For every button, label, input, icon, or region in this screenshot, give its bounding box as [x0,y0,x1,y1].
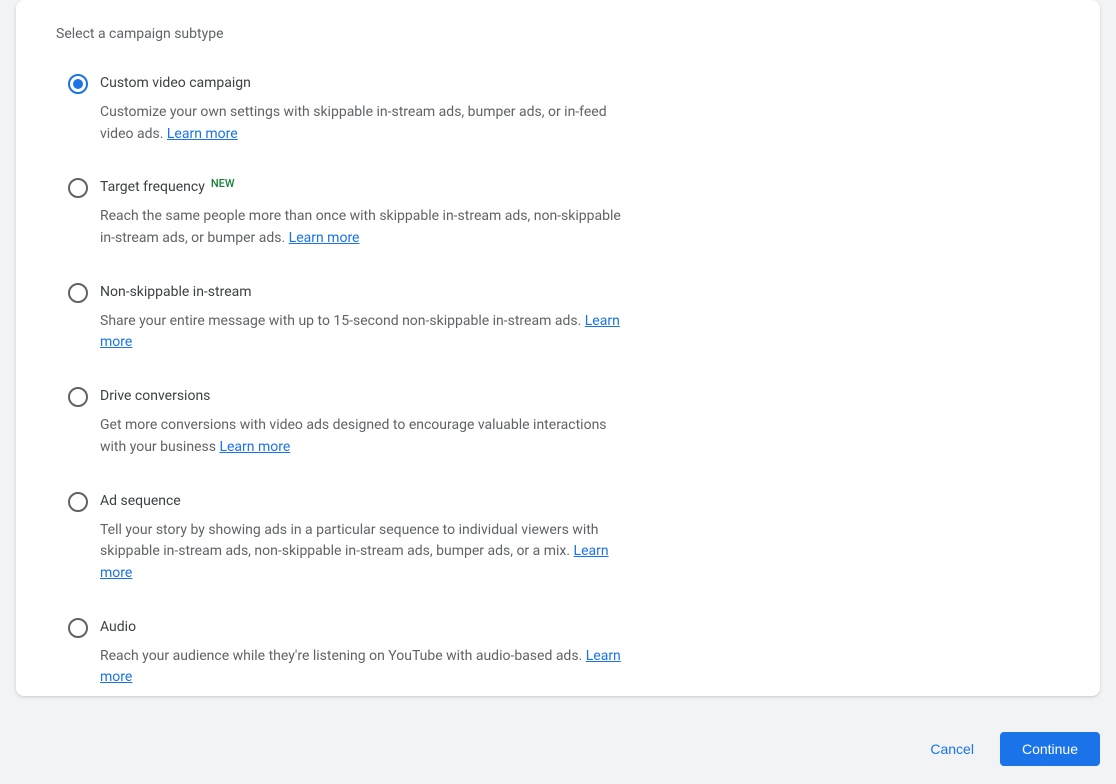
card-title: Select a campaign subtype [16,24,1100,45]
option-description-text: Get more conversions with video ads desi… [100,417,607,455]
option-title: Ad sequence [100,491,636,512]
option-title-text: Drive conversions [100,386,210,407]
learn-more-link[interactable]: Learn more [167,126,238,142]
options-list: Custom video campaign Customize your own … [16,73,636,689]
page-root: Select a campaign subtype Custom video c… [0,0,1116,784]
cancel-button[interactable]: Cancel [920,733,984,765]
radio-icon[interactable] [68,492,88,512]
radio-icon[interactable] [68,178,88,198]
option-audio[interactable]: Audio Reach your audience while they're l… [68,617,636,689]
option-body: Ad sequence Tell your story by showing ad… [100,491,636,585]
learn-more-link[interactable]: Learn more [219,439,290,455]
option-ad-sequence[interactable]: Ad sequence Tell your story by showing ad… [68,491,636,585]
option-body: Non-skippable in-stream Share your entire… [100,282,636,354]
new-badge: NEW [211,176,235,193]
option-title: Target frequency NEW [100,177,636,198]
option-description: Tell your story by showing ads in a part… [100,520,636,585]
radio-selected-icon[interactable] [68,74,88,94]
option-description: Customize your own settings with skippab… [100,102,636,145]
radio-icon[interactable] [68,387,88,407]
option-body: Drive conversions Get more conversions wi… [100,386,636,458]
option-description-text: Reach the same people more than once wit… [100,208,621,246]
option-body: Audio Reach your audience while they're l… [100,617,636,689]
option-description: Reach the same people more than once wit… [100,206,636,249]
option-title-text: Target frequency [100,177,205,198]
option-description: Share your entire message with up to 15-… [100,311,636,354]
option-body: Target frequency NEW Reach the same people… [100,177,636,249]
option-title: Non-skippable in-stream [100,282,636,303]
option-description-text: Tell your story by showing ads in a part… [100,522,599,560]
option-title-text: Ad sequence [100,491,181,512]
option-title-text: Non-skippable in-stream [100,282,252,303]
option-title-text: Audio [100,617,136,638]
radio-icon[interactable] [68,618,88,638]
option-title: Audio [100,617,636,638]
learn-more-link[interactable]: Learn more [289,230,360,246]
option-title: Custom video campaign [100,73,636,94]
option-non-skippable[interactable]: Non-skippable in-stream Share your entire… [68,282,636,354]
option-description: Get more conversions with video ads desi… [100,415,636,458]
option-description-text: Reach your audience while they're listen… [100,648,582,664]
continue-button[interactable]: Continue [1000,732,1100,766]
option-title-text: Custom video campaign [100,73,251,94]
option-target-frequency[interactable]: Target frequency NEW Reach the same people… [68,177,636,249]
campaign-subtype-card: Select a campaign subtype Custom video c… [16,0,1100,696]
radio-icon[interactable] [68,283,88,303]
option-body: Custom video campaign Customize your own … [100,73,636,145]
option-drive-conversions[interactable]: Drive conversions Get more conversions wi… [68,386,636,458]
option-title: Drive conversions [100,386,636,407]
option-description-text: Share your entire message with up to 15-… [100,313,581,329]
dialog-actions: Cancel Continue [920,732,1100,766]
option-description: Reach your audience while they're listen… [100,646,636,689]
option-custom-video[interactable]: Custom video campaign Customize your own … [68,73,636,145]
